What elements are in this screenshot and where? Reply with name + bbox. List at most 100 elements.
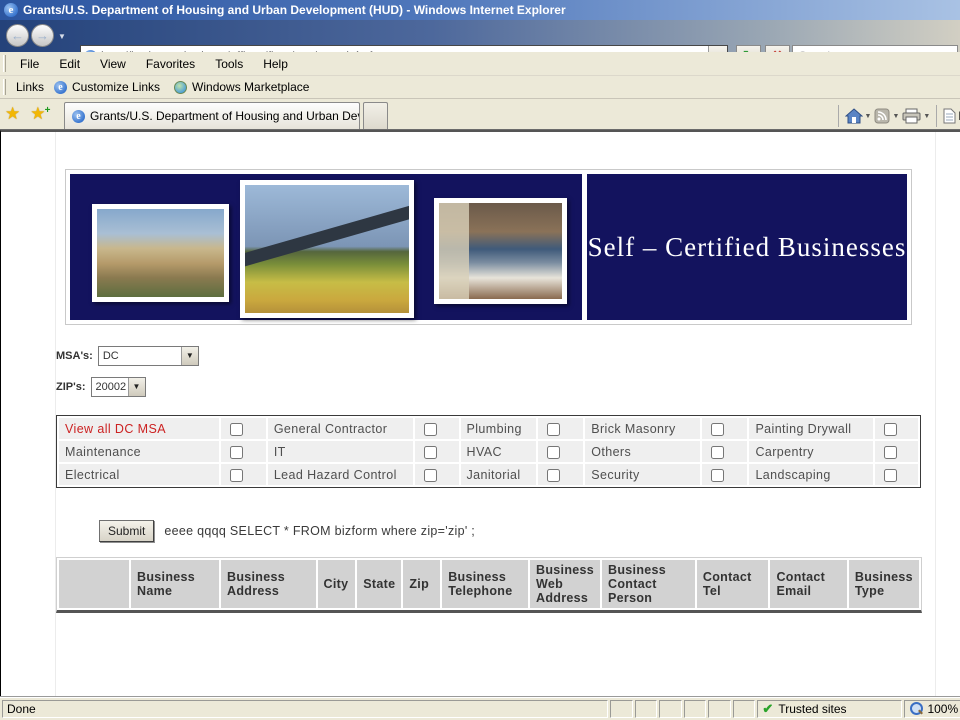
- checkbox-plumbing[interactable]: [547, 423, 560, 436]
- link-label: Windows Marketplace: [192, 80, 309, 94]
- navigation-bar: ← → ▼ e http://hudstage.hud.gov/offices/…: [0, 20, 960, 52]
- checkbox-landscaping[interactable]: [884, 469, 897, 482]
- menu-tools[interactable]: Tools: [205, 54, 253, 74]
- category-label: Landscaping: [749, 464, 872, 485]
- zip-filter-row: ZIP's: 20002 ▼: [56, 377, 146, 397]
- print-button[interactable]: ▼: [901, 106, 931, 126]
- page-menu-button[interactable]: Pa: [942, 106, 960, 126]
- window-title: Grants/U.S. Department of Housing and Ur…: [23, 3, 566, 17]
- category-label: Plumbing: [461, 418, 537, 439]
- category-label: HVAC: [461, 441, 537, 462]
- zip-select[interactable]: 20002 ▼: [91, 377, 146, 397]
- feeds-button[interactable]: ▼: [873, 106, 900, 126]
- chevron-down-icon: ▼: [128, 378, 145, 396]
- checkbox-lead-hazard-control[interactable]: [424, 469, 437, 482]
- security-zone-indicator[interactable]: ✔ Trusted sites: [757, 700, 902, 718]
- checkbox-brick-masonry[interactable]: [711, 423, 724, 436]
- category-label: General Contractor: [268, 418, 413, 439]
- submit-row: Submit eeee qqqq SELECT * FROM bizform w…: [99, 520, 475, 542]
- ie-logo-icon: e: [4, 3, 18, 17]
- links-label: Links: [16, 80, 44, 94]
- col-header-state: State: [357, 560, 401, 608]
- menu-bar: File Edit View Favorites Tools Help: [0, 52, 960, 76]
- category-label: Carpentry: [749, 441, 872, 462]
- checkbox-security[interactable]: [711, 469, 724, 482]
- favorites-center-button[interactable]: ★: [0, 104, 25, 124]
- home-icon: [845, 108, 863, 124]
- plus-icon: +: [45, 105, 51, 116]
- back-button[interactable]: ←: [6, 24, 29, 47]
- tab-title: Grants/U.S. Department of Housing and Ur…: [90, 109, 360, 123]
- checkbox-electrical[interactable]: [230, 469, 243, 482]
- col-header-business-name: Business Name: [131, 560, 219, 608]
- status-text: Done: [2, 700, 608, 718]
- magnifier-icon: [909, 702, 923, 716]
- col-header-city: City: [318, 560, 356, 608]
- checkbox-hvac[interactable]: [547, 446, 560, 459]
- menu-edit[interactable]: Edit: [49, 54, 90, 74]
- status-segment: [610, 700, 633, 718]
- chevron-down-icon: ▼: [865, 113, 872, 120]
- checkbox-janitorial[interactable]: [547, 469, 560, 482]
- toolbar-grip: [3, 55, 6, 71]
- results-table: Business Name Business Address City Stat…: [56, 557, 922, 613]
- menu-favorites[interactable]: Favorites: [136, 54, 205, 74]
- checkbox-it[interactable]: [424, 446, 437, 459]
- banner-photo-crane-map: [240, 180, 414, 318]
- checkbox-carpentry[interactable]: [884, 446, 897, 459]
- col-header-empty: [59, 560, 129, 608]
- page-icon: [943, 108, 956, 124]
- history-dropdown-icon[interactable]: ▼: [58, 32, 66, 41]
- links-bar: Links e Customize Links Windows Marketpl…: [0, 76, 960, 99]
- status-segment: [733, 700, 756, 718]
- zoom-level-label: 100%: [927, 702, 958, 716]
- page-banner: Self – Certified Businesses: [65, 169, 912, 325]
- link-customize-links[interactable]: e Customize Links: [50, 80, 164, 94]
- ie-link-icon: e: [54, 81, 67, 94]
- category-label: IT: [268, 441, 413, 462]
- category-label: Others: [585, 441, 700, 462]
- separator: [838, 105, 839, 127]
- new-tab-button[interactable]: [363, 102, 388, 129]
- chevron-down-icon: ▼: [181, 347, 198, 365]
- category-label: Security: [585, 464, 700, 485]
- add-favorite-button[interactable]: ★+: [25, 104, 50, 124]
- category-label: Maintenance: [59, 441, 219, 462]
- category-label: Brick Masonry: [585, 418, 700, 439]
- col-header-business-contact-person: Business Contact Person: [602, 560, 695, 608]
- col-header-zip: Zip: [403, 560, 440, 608]
- browser-tab-active[interactable]: e Grants/U.S. Department of Housing and …: [64, 102, 360, 129]
- page-right-edge: [935, 132, 936, 697]
- menu-view[interactable]: View: [90, 54, 136, 74]
- separator: [936, 105, 937, 127]
- checkbox-others[interactable]: [711, 446, 724, 459]
- banner-photo-collage: [70, 174, 582, 320]
- msa-select[interactable]: DC ▼: [98, 346, 199, 366]
- checkbox-view-all[interactable]: [230, 423, 243, 436]
- check-icon: ✔: [762, 701, 773, 717]
- status-segment: [708, 700, 731, 718]
- checkbox-general-contractor[interactable]: [424, 423, 437, 436]
- link-windows-marketplace[interactable]: Windows Marketplace: [170, 80, 313, 94]
- forward-button[interactable]: →: [31, 24, 54, 47]
- col-header-business-address: Business Address: [221, 560, 316, 608]
- link-label: Customize Links: [72, 80, 160, 94]
- status-segment: [635, 700, 658, 718]
- category-row: Electrical Lead Hazard Control Janitoria…: [59, 464, 918, 485]
- security-zone-label: Trusted sites: [778, 702, 846, 716]
- category-row: View all DC MSA General Contractor Plumb…: [59, 418, 918, 439]
- menu-help[interactable]: Help: [253, 54, 298, 74]
- page-content: Self – Certified Businesses MSA's: DC ▼ …: [0, 130, 960, 697]
- zoom-control[interactable]: 100%: [904, 700, 960, 718]
- col-header-business-telephone: Business Telephone: [442, 560, 528, 608]
- submit-button[interactable]: Submit: [99, 520, 154, 542]
- chevron-down-icon: ▼: [892, 113, 899, 120]
- checkbox-maintenance[interactable]: [230, 446, 243, 459]
- msa-selected-value: DC: [99, 350, 181, 362]
- menu-file[interactable]: File: [10, 54, 49, 74]
- status-bar: Done ✔ Trusted sites 100%: [0, 697, 960, 720]
- toolbar-grip: [3, 79, 6, 94]
- checkbox-painting-drywall[interactable]: [884, 423, 897, 436]
- home-button[interactable]: ▼: [844, 106, 873, 126]
- col-header-business-type: Business Type: [849, 560, 919, 608]
